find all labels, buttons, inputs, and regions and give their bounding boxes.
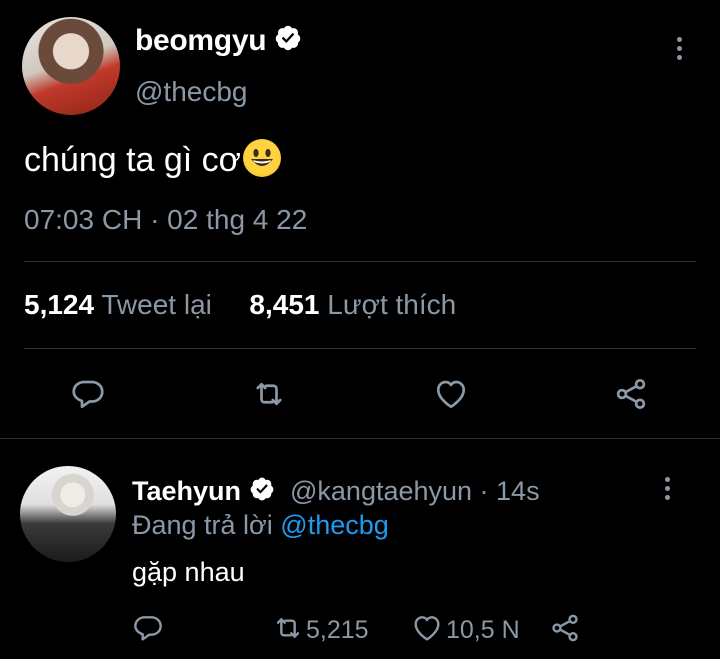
tweet-text-content: chúng ta gì cơ (24, 141, 241, 179)
reply-author-avatar[interactable] (20, 466, 116, 562)
replying-to-line: Đang trả lời @thecbg (132, 510, 389, 541)
replying-prefix: Đang trả lời (132, 510, 273, 540)
more-vertical-icon[interactable] (677, 37, 683, 64)
like-count: 8,451 (249, 289, 320, 320)
like-label: Lượt thích (327, 289, 457, 320)
reply-author-meta[interactable]: @kangtaehyun · 14s (290, 476, 540, 507)
reply-author-display-name[interactable]: Taehyun (132, 476, 241, 506)
more-vertical-icon[interactable] (665, 477, 671, 504)
section-divider (0, 438, 720, 439)
reply-icon[interactable] (70, 376, 106, 417)
reply-retweet-count: 5,215 (306, 616, 369, 644)
author-name-row[interactable]: beomgyu (135, 24, 302, 60)
author-avatar[interactable] (22, 17, 120, 115)
like-icon (410, 612, 444, 649)
verified-badge-icon (249, 476, 275, 509)
retweet-count: 5,124 (24, 289, 95, 320)
reply-text: gặp nhau (132, 557, 245, 587)
retweet-icon[interactable] (250, 376, 288, 417)
verified-badge-icon (274, 24, 302, 60)
reply-share-icon[interactable] (548, 612, 582, 649)
tweet-timestamp[interactable]: 07:03 CH · 02 thg 4 22 (24, 204, 307, 236)
author-display-name[interactable]: beomgyu (135, 24, 267, 57)
tweet-stats: 5,124 Tweet lại 8,451 Lượt thích (24, 289, 456, 321)
author-handle[interactable]: @thecbg (135, 76, 248, 108)
retweet-icon (270, 612, 306, 649)
like-stat[interactable]: 8,451 Lượt thích (249, 289, 456, 320)
reply-reply-icon[interactable] (132, 612, 164, 649)
replying-to-mention[interactable]: @thecbg (280, 510, 388, 540)
like-icon[interactable] (432, 376, 470, 417)
reply-author-name-row[interactable]: Taehyun (132, 476, 275, 509)
reply-like-count: 10,5 N (446, 616, 520, 644)
share-icon[interactable] (612, 376, 650, 417)
grinning-face-emoji (242, 139, 281, 177)
reply-like-button[interactable]: 10,5 N (410, 612, 520, 649)
tweet-text: chúng ta gì cơ (24, 139, 281, 180)
retweet-stat[interactable]: 5,124 Tweet lại (24, 289, 212, 320)
reply-retweet-button[interactable]: 5,215 (270, 612, 369, 649)
retweet-label: Tweet lại (101, 289, 212, 320)
divider (24, 261, 696, 262)
divider (24, 348, 696, 349)
